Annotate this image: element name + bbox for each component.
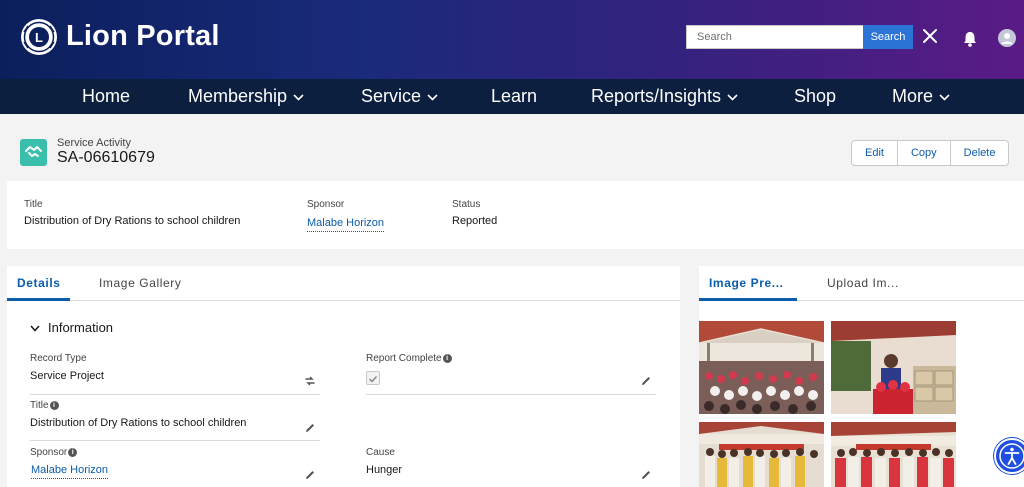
checkmark-icon [368,375,378,383]
record-actions: Edit Copy Delete [851,140,1010,166]
gallery-image-3[interactable] [699,422,824,487]
edit-cause-icon[interactable] [640,469,652,481]
field-divider [30,440,320,441]
field-cause-label: Cause [366,447,395,458]
accessibility-icon[interactable] [994,438,1024,474]
gallery-image-1[interactable] [699,321,824,414]
copy-button[interactable]: Copy [898,141,951,165]
section-information[interactable]: Information [30,320,113,335]
field-divider [30,394,320,395]
field-report-complete-label: Report Complete i [366,353,452,364]
nav-item-home[interactable]: Home [82,79,130,114]
search-input[interactable] [686,25,864,49]
field-title-value: Distribution of Dry Rations to school ch… [30,417,247,429]
highlight-title-label: Title [24,199,43,210]
tab-image-preview[interactable]: Image Pre... [709,276,784,290]
highlight-sponsor-label: Sponsor [307,199,345,210]
tab-image-gallery[interactable]: Image Gallery [99,276,182,290]
field-record-type-value: Service Project [30,370,104,382]
info-icon[interactable]: i [442,354,452,363]
report-complete-checkbox [366,371,380,385]
chevron-down-icon [293,94,304,101]
chevron-down-icon [939,94,950,101]
lions-logo-icon[interactable]: L [20,18,58,56]
tab-upload-image[interactable]: Upload Im... [827,276,899,290]
highlight-status-label: Status [452,199,481,210]
user-avatar-icon[interactable] [998,29,1016,47]
highlight-title-value: Distribution of Dry Rations to school ch… [24,215,241,227]
field-title-label: Title i [30,400,59,411]
tab-active-indicator [699,298,797,301]
close-icon[interactable] [920,26,940,46]
info-icon[interactable]: i [49,401,59,410]
edit-button[interactable]: Edit [852,141,898,165]
handshake-icon [20,139,47,166]
edit-sponsor-icon[interactable] [304,469,316,481]
edit-title-icon[interactable] [304,422,316,434]
gallery-image-2[interactable] [831,321,956,414]
field-divider [366,394,656,395]
svg-text:L: L [35,30,43,45]
highlight-sponsor-link[interactable]: Malabe Horizon [307,217,385,232]
delete-button[interactable]: Delete [951,141,1009,165]
nav-item-learn[interactable]: Learn [491,79,537,114]
field-sponsor-link[interactable]: Malabe Horizon [31,464,109,479]
edit-report-complete-icon[interactable] [640,375,652,387]
portal-header: L Lion Portal Search [0,0,1024,79]
nav-item-service[interactable]: Service [361,79,438,114]
brand-title[interactable]: Lion Portal [66,20,220,53]
main-nav: Home Membership Service Learn Reports/In… [0,79,1024,114]
tab-active-indicator [7,298,70,301]
highlight-status-value: Reported [452,215,498,227]
chevron-down-icon [30,325,40,332]
chevron-down-icon [727,94,738,101]
field-record-type-label: Record Type [30,353,87,364]
record-object-label: Service Activity [57,137,131,149]
nav-item-more[interactable]: More [892,79,950,114]
nav-item-reports-insights[interactable]: Reports/Insights [591,79,738,114]
bell-icon[interactable] [961,30,979,48]
gallery-image-4[interactable] [831,422,956,487]
nav-item-shop[interactable]: Shop [794,79,836,114]
record-name: SA-06610679 [57,149,155,166]
tab-details[interactable]: Details [17,276,61,290]
tab-divider [7,300,680,301]
info-icon[interactable]: i [68,448,78,457]
chevron-down-icon [427,94,438,101]
nav-item-membership[interactable]: Membership [188,79,304,114]
change-record-type-icon[interactable] [304,375,316,387]
field-sponsor-label: Sponsor i [30,447,78,458]
search-button[interactable]: Search [863,25,913,49]
field-cause-value: Hunger [366,464,403,476]
